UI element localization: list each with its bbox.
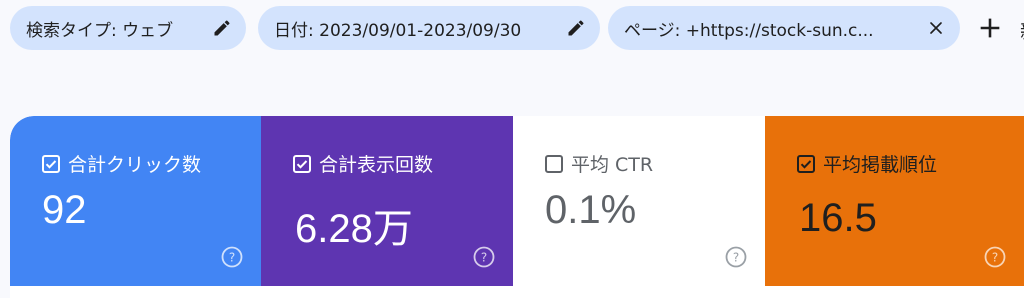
- add-filter-label: 新: [1020, 15, 1024, 44]
- plus-icon[interactable]: [976, 14, 1004, 42]
- help-icon[interactable]: ?: [473, 246, 495, 268]
- metric-header: 合計クリック数: [42, 150, 201, 177]
- metric-value: 0.1%: [545, 188, 637, 232]
- cards-bottom-edge: [10, 286, 1024, 298]
- metric-card-impressions[interactable]: 合計表示回数 6.28万 ?: [261, 116, 513, 286]
- metric-label: 平均掲載順位: [823, 154, 938, 176]
- metric-card-clicks[interactable]: 合計クリック数 92 ?: [10, 116, 261, 286]
- svg-text:?: ?: [481, 251, 487, 265]
- help-icon[interactable]: ?: [725, 246, 747, 268]
- filter-chip-search-type[interactable]: 検索タイプ: ウェブ: [10, 6, 246, 50]
- svg-text:?: ?: [229, 251, 235, 265]
- svg-text:?: ?: [992, 251, 998, 265]
- filter-chip-label: 検索タイプ: ウェブ: [26, 20, 174, 41]
- metric-card-position[interactable]: 平均掲載順位 16.5 ?: [765, 116, 1024, 286]
- add-filter-button[interactable]: 新: [1020, 6, 1024, 50]
- filter-bar: 検索タイプ: ウェブ 日付: 2023/09/01-2023/09/30 ページ…: [10, 6, 1024, 50]
- checkbox-checked-icon[interactable]: [293, 154, 311, 173]
- metric-card-ctr[interactable]: 平均 CTR 0.1% ?: [513, 116, 765, 286]
- metric-value: 6.28万: [295, 207, 413, 251]
- metric-value: 16.5: [799, 196, 877, 240]
- filter-chip-page[interactable]: ページ: +https://stock-sun.c...: [608, 6, 960, 50]
- checkbox-unchecked-icon[interactable]: [545, 154, 563, 173]
- close-icon[interactable]: [926, 18, 946, 38]
- filter-chip-label: 日付: 2023/09/01-2023/09/30: [274, 20, 522, 41]
- filter-chip-label: ページ: +https://stock-sun.c...: [624, 20, 874, 41]
- metric-header: 平均掲載順位: [797, 150, 937, 177]
- checkbox-checked-icon[interactable]: [42, 154, 60, 173]
- metric-header: 合計表示回数: [293, 150, 433, 177]
- metric-label: 合計表示回数: [319, 154, 434, 176]
- svg-text:?: ?: [733, 251, 739, 265]
- checkbox-checked-icon[interactable]: [797, 154, 815, 173]
- metric-header: 平均 CTR: [545, 150, 653, 177]
- pencil-icon[interactable]: [212, 18, 232, 38]
- help-icon[interactable]: ?: [984, 246, 1006, 268]
- metric-value: 92: [42, 188, 87, 232]
- help-icon[interactable]: ?: [221, 246, 243, 268]
- filter-chip-date[interactable]: 日付: 2023/09/01-2023/09/30: [258, 6, 600, 50]
- metric-label: 合計クリック数: [68, 154, 202, 176]
- pencil-icon[interactable]: [566, 18, 586, 38]
- metric-label: 平均 CTR: [571, 154, 654, 176]
- metric-cards: 合計クリック数 92 ? 合計表示回数 6.28万 ? 平均 CTR 0.1% …: [10, 116, 1024, 298]
